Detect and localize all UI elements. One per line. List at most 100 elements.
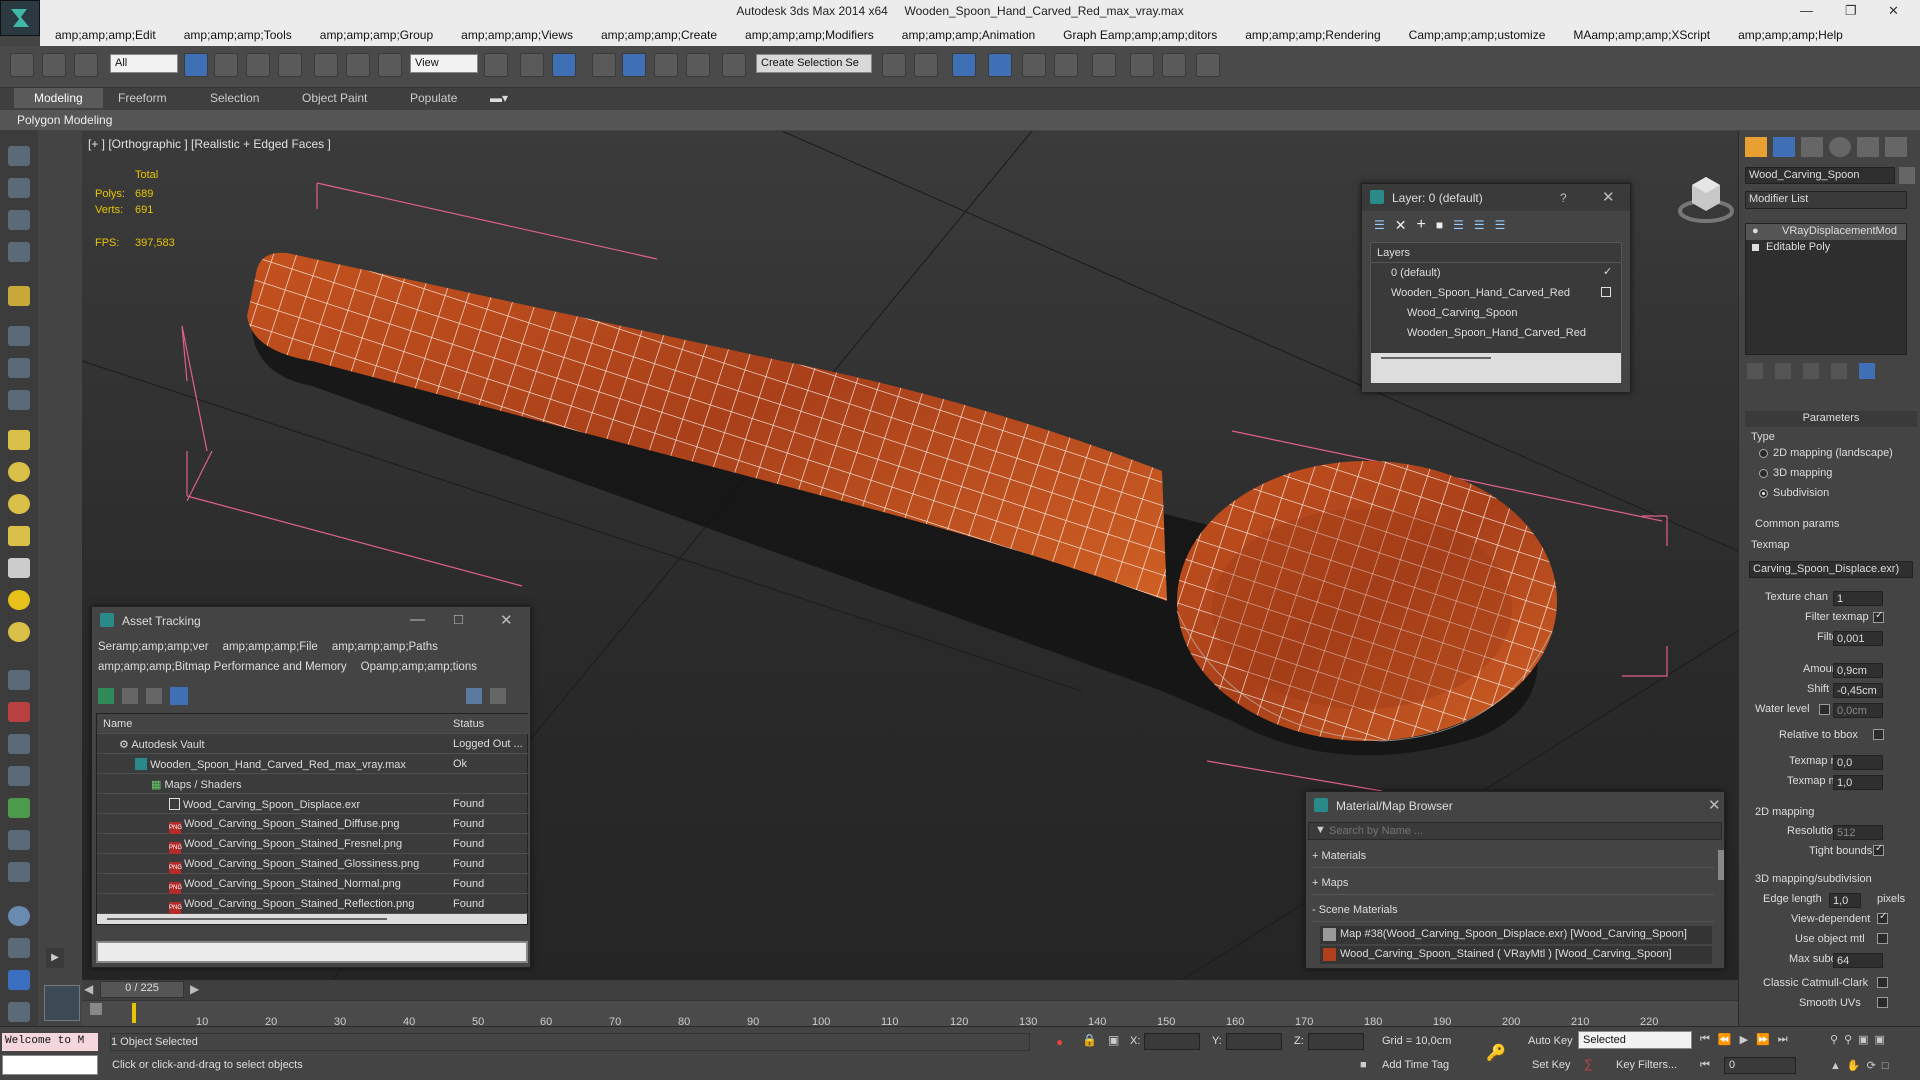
rectangular-selection-icon[interactable] — [246, 53, 270, 77]
show-end-result-icon[interactable] — [1775, 363, 1791, 379]
helper-tool-icon[interactable] — [8, 326, 30, 346]
play-icon[interactable]: ▶ — [1740, 1033, 1748, 1046]
relative-bbox-checkbox[interactable] — [1873, 729, 1884, 740]
hide-all-layers-icon[interactable]: ☰ — [1474, 218, 1485, 232]
section-maps[interactable]: + Maps — [1312, 877, 1714, 895]
zoom-all-icon[interactable]: ⚲ — [1844, 1033, 1852, 1046]
maximize-viewport-icon[interactable]: □ — [1882, 1060, 1889, 1072]
menu-rendering[interactable]: amp;amp;amp;Rendering — [1245, 28, 1380, 42]
tab-modeling[interactable]: Modeling — [14, 88, 103, 108]
tab-selection[interactable]: Selection — [210, 91, 259, 105]
select-object-icon[interactable] — [184, 53, 208, 77]
material-search-input[interactable] — [1329, 823, 1719, 839]
curve-editor-icon[interactable] — [1022, 53, 1046, 77]
asset-menu-options[interactable]: Opamp;amp;amp;tions — [361, 661, 477, 673]
reference-coordinate-dropdown[interactable]: View — [410, 54, 478, 73]
hierarchy-tab-icon[interactable] — [1801, 137, 1823, 157]
asset-menu-paths[interactable]: amp;amp;amp;Paths — [332, 641, 438, 653]
menu-help[interactable]: amp;amp;amp;Help — [1738, 28, 1843, 42]
schematic-view-icon[interactable] — [1054, 53, 1078, 77]
light-tool-icon[interactable] — [8, 286, 30, 306]
asset-help-icon[interactable] — [466, 688, 482, 704]
view-dependent-checkbox[interactable]: ✓ — [1877, 911, 1888, 924]
selection-filter-dropdown[interactable]: All — [110, 54, 178, 73]
layer-object-item[interactable]: Wood_Carving_Spoon — [1371, 303, 1621, 323]
layer-item[interactable]: 0 (default) ✓ — [1371, 263, 1621, 283]
time-slider-thumb[interactable]: 0 / 225 — [100, 981, 184, 998]
maxscript-listener[interactable]: Welcome to M — [2, 1033, 98, 1051]
zoom-extents-icon[interactable]: ▣ — [1858, 1033, 1868, 1046]
asset-path-field[interactable] — [96, 941, 528, 963]
table-row[interactable]: Wood_Carving_Spoon_Displace.exr Found — [97, 794, 529, 814]
dynamics-icon[interactable] — [8, 702, 30, 722]
menu-animation[interactable]: amp;amp;amp;Animation — [902, 28, 1035, 42]
column-name-header[interactable]: Name — [103, 718, 132, 730]
object-name-field[interactable]: Wood_Carving_Spoon — [1745, 167, 1895, 184]
settings-gear-icon[interactable] — [8, 766, 30, 786]
go-to-start-icon[interactable]: ⏮ — [1700, 1033, 1710, 1046]
viewport-label[interactable]: [+ ] [Orthographic ] [Realistic + Edged … — [88, 137, 331, 151]
sphere-primitive-icon[interactable] — [8, 462, 30, 482]
expand-strip-arrow-icon[interactable]: ▶ — [46, 948, 64, 968]
rig-icon[interactable] — [8, 734, 30, 754]
ribbon-options-icon[interactable]: ▬▾ — [490, 91, 508, 105]
water-level-spinner[interactable]: 0,0cm — [1833, 703, 1883, 718]
pan-icon[interactable]: ✋ — [1847, 1059, 1861, 1072]
freeze-all-layers-icon[interactable]: ☰ — [1495, 218, 1506, 232]
selection-lock-icon[interactable]: 🔒 — [1082, 1033, 1097, 1047]
menu-create[interactable]: amp;amp;amp;Create — [601, 28, 717, 42]
modify-tab-icon[interactable] — [1773, 137, 1795, 157]
maxscript-input[interactable] — [2, 1055, 98, 1075]
max-subdivs-spinner[interactable]: 64 — [1833, 953, 1883, 968]
current-frame-marker[interactable] — [132, 1003, 136, 1023]
make-unique-icon[interactable] — [1803, 363, 1819, 379]
tight-bounds-checkbox[interactable]: ✓ — [1873, 843, 1884, 856]
render-sphere-icon[interactable] — [8, 906, 30, 926]
help-icon[interactable]: ? — [1560, 191, 1567, 205]
add-time-tag[interactable]: Add Time Tag — [1382, 1059, 1449, 1071]
menu-modifiers[interactable]: amp;amp;amp;Modifiers — [745, 28, 874, 42]
edge-length-spinner[interactable]: 1,0 — [1829, 893, 1861, 908]
mirror-icon[interactable] — [882, 53, 906, 77]
key-filter-icon[interactable]: ∑ — [1584, 1057, 1593, 1071]
close-icon[interactable]: ✕ — [1888, 3, 1899, 19]
tab-populate[interactable]: Populate — [410, 91, 457, 105]
thumbnail-view-icon[interactable] — [146, 688, 162, 704]
layer-scroll-area[interactable] — [1371, 353, 1621, 383]
scene-explorer-icon[interactable] — [8, 210, 30, 230]
time-prev-arrow-icon[interactable]: ◀ — [84, 982, 93, 996]
table-row[interactable]: ⚙ Autodesk Vault Logged Out ... — [97, 734, 529, 754]
table-row[interactable]: ▦ Maps / Shaders — [97, 774, 529, 794]
y-coordinate-field[interactable] — [1226, 1033, 1282, 1050]
asset-tracking-titlebar[interactable]: Asset Tracking — □ ✕ — [92, 607, 530, 634]
menu-tools[interactable]: amp;amp;amp;Tools — [184, 28, 292, 42]
key-filters-button[interactable]: Key Filters... — [1616, 1059, 1677, 1071]
go-to-end-icon[interactable]: ⏭ — [1778, 1033, 1788, 1046]
isolate-selection-icon[interactable]: ● — [1056, 1035, 1063, 1049]
window-crossing-icon[interactable] — [278, 53, 302, 77]
scene-material-entry[interactable]: Wood_Carving_Spoon_Stained ( VRayMtl ) [… — [1320, 946, 1712, 964]
radio-3d-mapping[interactable] — [1759, 469, 1768, 478]
tab-object-paint[interactable]: Object Paint — [302, 91, 367, 105]
manipulate-icon[interactable] — [520, 53, 544, 77]
modifier-list-dropdown[interactable]: Modifier List — [1745, 191, 1907, 209]
render-production-icon[interactable] — [1196, 53, 1220, 77]
render-setup-icon[interactable] — [1130, 53, 1154, 77]
time-slider[interactable]: ◀ 0 / 225 ▶ — [82, 980, 1738, 1000]
filter-blur-spinner[interactable]: 0,001 — [1833, 631, 1883, 646]
auto-key-button[interactable]: Auto Key — [1528, 1035, 1573, 1047]
texture-chan-spinner[interactable]: 1 — [1833, 591, 1883, 606]
filter-texmap-checkbox[interactable]: ✓ — [1873, 610, 1884, 623]
asset-minimize-icon[interactable]: — — [410, 611, 425, 628]
ribbon-sub-label[interactable]: Polygon Modeling — [17, 113, 112, 127]
resolution-spinner[interactable]: 512 — [1833, 825, 1883, 840]
mini-curve-editor-icon[interactable] — [90, 1003, 102, 1015]
particle-icon[interactable] — [8, 670, 30, 690]
set-key-button[interactable]: Set Key — [1532, 1059, 1571, 1071]
modifier-stack-item[interactable]: Editable Poly — [1746, 240, 1906, 256]
edit-named-selection-icon[interactable] — [722, 53, 746, 77]
table-row[interactable]: PNG Wood_Carving_Spoon_Stained_Glossiness… — [97, 854, 529, 874]
menu-group[interactable]: amp;amp;amp;Group — [320, 28, 433, 42]
rotate-icon[interactable] — [346, 53, 370, 77]
systems-icon[interactable] — [8, 390, 30, 410]
